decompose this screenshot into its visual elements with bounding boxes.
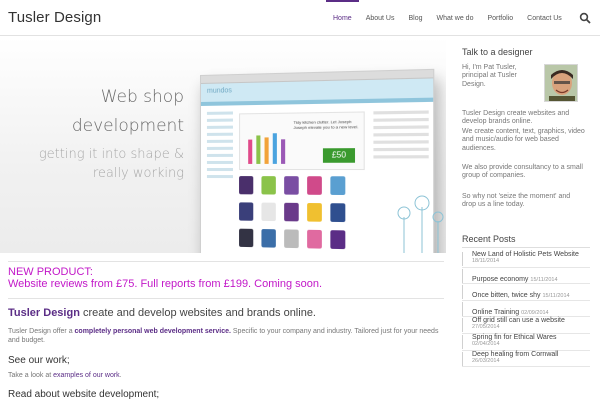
mock-logo: mundos [206,87,232,95]
nav-portfolio[interactable]: Portfolio [480,0,520,36]
body-text-strong: completely personal web development serv… [74,328,231,335]
body-text-a: Tusler Design offer a [8,328,75,335]
sidebar-paragraph-3: We also provide consultancy to a small g… [462,164,583,180]
mock-product-grid [239,176,409,253]
mock-feature-text: Tidy kitchen clutter. Let Joseph Joseph … [293,118,359,131]
post-title[interactable]: New Land of Holistic Pets Website [472,251,590,258]
post-date: 27/05/2014 [472,324,500,331]
nav-contact-us[interactable]: Contact Us [520,0,569,36]
divider [462,247,590,248]
nav-blog[interactable]: Blog [401,0,429,36]
list-item[interactable]: Purpose economy 15/11/2014 [462,268,590,285]
post-date: 15/11/2014 [530,276,558,283]
post-title[interactable]: Once bitten, twice shy [472,292,540,299]
mock-price-badge: £50 [322,148,356,163]
nav-what-we-do[interactable]: What we do [430,0,481,36]
list-item[interactable]: Spring fin for Ethical Wares 02/04/2014 [462,334,590,351]
intro-paragraph: Tusler Design offer a completely persona… [8,327,448,345]
post-title[interactable]: Deep healing from Cornwall [472,351,590,358]
avatar [544,64,578,102]
hero-title-line2: development [71,116,184,136]
post-date: 26/03/2014 [472,357,500,364]
divider [8,261,444,262]
mock-sidebar [206,111,233,252]
post-title[interactable]: Spring fin for Ethical Wares [472,334,590,341]
sidebar-intro: Hi, I'm Pat Tusler, principal at Tusler … [462,64,517,88]
flower-decoration [397,195,444,253]
nav-about-us[interactable]: About Us [359,0,402,36]
new-product-label: NEW PRODUCT: [8,266,93,278]
list-item[interactable]: Deep healing from Cornwall 26/03/2014 [462,351,590,368]
intro-brand: Tusler Design [8,307,80,319]
see-our-work-heading: See our work; [8,355,70,366]
examples-link[interactable]: examples of our work [53,372,120,379]
post-date: 02/09/2014 [521,309,549,316]
list-item[interactable]: Once bitten, twice shy 15/11/2014 [462,284,590,301]
list-item[interactable]: Online Training 02/09/2014 [462,301,590,318]
see-text-end: . [119,372,122,379]
recent-posts-heading: Recent Posts [462,234,516,244]
see-our-work-paragraph: Take a look at examples of our work. [8,372,122,379]
hero-title-line1: Web shop [100,87,184,107]
hero-subtitle-line1: getting it into shape & [38,147,184,162]
sidebar-paragraph-1: Tusler Design create websites and develo… [462,110,570,126]
post-date: 02/04/2014 [472,340,500,347]
site-title[interactable]: Tusler Design [8,9,101,26]
mock-feature: Tidy kitchen clutter. Let Joseph Joseph … [239,111,365,171]
post-title[interactable]: Online Training [472,309,519,316]
read-about-heading: Read about website development; [8,389,160,400]
talk-heading: Talk to a designer [462,47,533,57]
recent-posts-list: New Land of Holistic Pets Website 18/11/… [462,251,590,368]
utensils-image [248,133,286,164]
post-title[interactable]: Off grid still can use a website [472,317,590,324]
sidebar-paragraph-2: We create content, text, graphics, video… [462,128,585,152]
see-text: Take a look at [8,372,54,379]
post-date: 18/11/2014 [472,258,500,264]
list-item[interactable]: Off grid still can use a website 27/05/2… [462,317,590,334]
post-date: 15/11/2014 [542,293,570,300]
divider [8,298,444,299]
post-title[interactable]: Purpose economy [472,276,528,283]
hero-subtitle-line2: really working [92,166,184,181]
site-header: Tusler Design Home About Us Blog What we… [0,0,600,36]
hero-banner[interactable]: Web shop development getting it into sha… [0,37,446,253]
nav-home[interactable]: Home [326,0,359,36]
intro-text: create and develop websites and brands o… [79,307,316,319]
sidebar-paragraph-4: So why not 'seize the moment' and drop u… [462,193,571,209]
mock-right-column [373,110,429,170]
list-item[interactable]: New Land of Holistic Pets Website 18/11/… [462,251,590,268]
search-icon[interactable] [579,12,591,24]
new-product-text: Website reviews from £75. Full reports f… [8,278,323,290]
intro-heading: Tusler Design create and develop website… [8,307,316,319]
main-nav: Home About Us Blog What we do Portfolio … [326,0,569,36]
